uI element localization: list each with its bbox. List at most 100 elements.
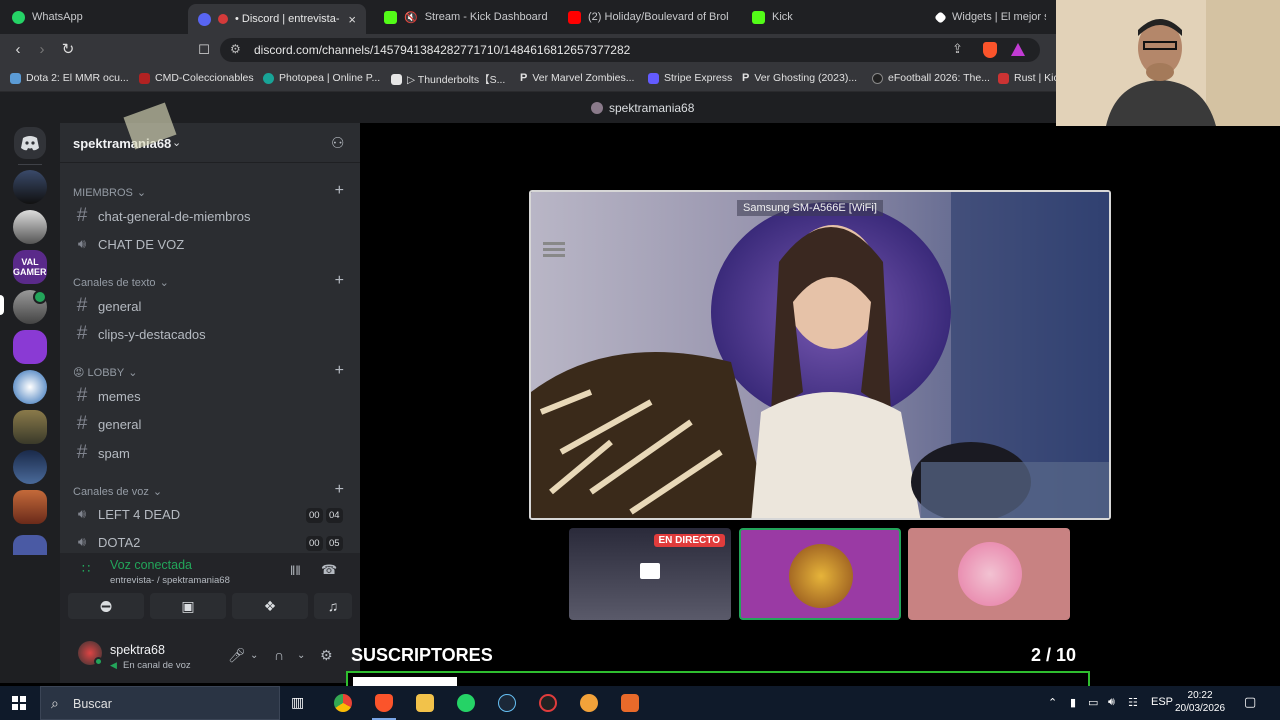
hash-icon: # bbox=[76, 385, 88, 406]
category-canales-voz[interactable]: Canales de voz ⌄ bbox=[73, 485, 162, 499]
tab-kick[interactable]: Kick bbox=[742, 4, 922, 30]
tab-whatsapp[interactable]: WhatsApp bbox=[2, 4, 182, 30]
task-view-icon[interactable]: ▥ bbox=[291, 694, 304, 711]
taskbar-search[interactable]: ⌕ Buscar bbox=[40, 686, 280, 720]
channel-general[interactable]: # general bbox=[74, 294, 142, 318]
add-channel-icon[interactable]: + bbox=[335, 272, 344, 290]
channel-spam[interactable]: # spam bbox=[74, 441, 130, 465]
tray-chevron-up-icon[interactable]: ⌃ bbox=[1048, 696, 1057, 709]
soundboard-button[interactable]: ♫ bbox=[314, 593, 352, 619]
stream-tile-live[interactable]: EN DIRECTO bbox=[569, 528, 731, 620]
steam-icon[interactable] bbox=[498, 694, 516, 712]
add-channel-icon[interactable]: + bbox=[335, 481, 344, 499]
site-info-icon[interactable]: ⚙ bbox=[230, 42, 241, 56]
channel-dota2[interactable]: 🔊︎ DOTA2 bbox=[74, 530, 141, 554]
bookmark-item[interactable]: Photopea | Online P... bbox=[263, 72, 380, 84]
bookmark-item[interactable]: P Ver Marvel Zombies... bbox=[520, 72, 634, 84]
tab-kick-dashboard[interactable]: 🔇 Stream - Kick Dashboard bbox=[374, 4, 554, 30]
usb-icon[interactable]: ▮ bbox=[1070, 696, 1076, 709]
network-icon[interactable]: ☷ bbox=[1128, 696, 1138, 709]
tab-widgets[interactable]: Widgets | El mejor softw bbox=[926, 4, 1056, 30]
noise-suppression-icon[interactable]: ‖‖ bbox=[290, 563, 301, 578]
system-clock[interactable]: 20:22 20/03/2026 bbox=[1175, 689, 1225, 715]
url-field[interactable]: ⚙ discord.com/channels/14579413842827717… bbox=[220, 38, 1040, 62]
forward-icon[interactable]: › bbox=[32, 40, 52, 60]
signal-icon[interactable]: ∷ bbox=[82, 561, 90, 577]
muted-icon: 🔇 bbox=[404, 11, 418, 24]
app-icon[interactable] bbox=[580, 694, 598, 712]
server-icon[interactable] bbox=[13, 535, 47, 555]
chevron-down-icon[interactable]: ⌄ bbox=[297, 650, 305, 661]
channel-label: clips-y-destacados bbox=[98, 326, 206, 342]
close-tab-icon[interactable]: × bbox=[348, 12, 356, 27]
activities-button[interactable]: ❖ bbox=[232, 593, 308, 619]
server-icon[interactable] bbox=[13, 410, 47, 444]
channel-label: CHAT DE VOZ bbox=[98, 236, 185, 252]
discord-home-icon[interactable] bbox=[14, 127, 46, 159]
server-icon[interactable] bbox=[13, 450, 47, 484]
volume-icon[interactable]: 🔊︎ bbox=[1108, 696, 1115, 709]
speaker-icon: 🔊︎ bbox=[77, 506, 87, 521]
server-header[interactable]: spektramania68 ⌄ ⚇ bbox=[60, 102, 360, 163]
brave-rewards-icon[interactable] bbox=[1011, 43, 1025, 56]
headphones-icon[interactable]: ∩ bbox=[274, 647, 284, 663]
invite-people-icon[interactable]: ⚇ bbox=[331, 134, 344, 152]
bookmark-item[interactable]: CMD-Coleccionables bbox=[139, 72, 254, 84]
participant-tile-active[interactable] bbox=[739, 528, 901, 620]
back-icon[interactable]: ‹ bbox=[8, 40, 28, 60]
bookmark-item[interactable]: Dota 2: El MMR ocu... bbox=[10, 72, 129, 84]
brave-icon[interactable] bbox=[375, 694, 393, 712]
microphone-icon[interactable]: 🎤︎ bbox=[228, 647, 246, 664]
bookmark-item[interactable]: Rust | Kic bbox=[998, 72, 1059, 84]
channel-general[interactable]: # general bbox=[74, 412, 142, 436]
kick-icon bbox=[752, 10, 765, 24]
youtube-icon bbox=[568, 10, 581, 24]
category-lobby[interactable]: 😡 LOBBY ⌄ bbox=[73, 366, 137, 379]
reload-icon[interactable]: ↻ bbox=[58, 40, 78, 60]
main-video[interactable]: Samsung SM-A566E [WiFi] bbox=[529, 190, 1111, 520]
channel-memes[interactable]: # memes bbox=[74, 384, 141, 408]
server-icon[interactable] bbox=[13, 370, 47, 404]
screen-share-button[interactable]: ▣ bbox=[150, 593, 226, 619]
language-indicator[interactable]: ESP bbox=[1151, 696, 1173, 708]
server-icon[interactable] bbox=[13, 330, 47, 364]
bookmark-item[interactable]: ▷ Thunderbolts【S... bbox=[391, 72, 505, 87]
server-icon[interactable] bbox=[13, 490, 47, 524]
channel-chat-general[interactable]: # chat-general-de-miembros bbox=[74, 204, 251, 228]
hash-icon: # bbox=[76, 295, 88, 316]
tab-youtube[interactable]: (2) Holiday/Boulevard of Broken bbox=[558, 4, 738, 30]
add-channel-icon[interactable]: + bbox=[335, 362, 344, 380]
whatsapp-icon[interactable] bbox=[457, 694, 475, 712]
app-icon[interactable] bbox=[621, 694, 639, 712]
server-val-gamers-icon[interactable]: VALGAMERS bbox=[13, 250, 47, 284]
bookmark-item[interactable]: Stripe Express bbox=[648, 72, 732, 84]
disconnect-icon[interactable]: ☎ bbox=[321, 562, 337, 578]
server-icon[interactable] bbox=[13, 170, 47, 204]
voice-active-icon bbox=[33, 290, 47, 304]
bookmark-icon[interactable]: ☐ bbox=[194, 40, 214, 60]
obs-icon[interactable] bbox=[539, 694, 557, 712]
bookmark-item[interactable]: P Ver Ghosting (2023)... bbox=[742, 72, 857, 84]
page-icon bbox=[391, 74, 402, 85]
channel-chat-voz[interactable]: 🔊︎ CHAT DE VOZ bbox=[74, 232, 184, 256]
camera-off-button[interactable]: ⛔︎ bbox=[68, 593, 144, 619]
server-icon[interactable] bbox=[13, 210, 47, 244]
category-miembros[interactable]: MIEMBROS ⌄ bbox=[73, 186, 146, 200]
notifications-icon[interactable]: ▢ bbox=[1244, 694, 1256, 710]
participant-tile[interactable] bbox=[908, 528, 1070, 620]
channel-clips[interactable]: # clips-y-destacados bbox=[74, 322, 206, 346]
windows-start-icon[interactable] bbox=[12, 696, 26, 710]
settings-gear-icon[interactable]: ⚙ bbox=[320, 647, 333, 664]
chevron-down-icon[interactable]: ⌄ bbox=[250, 650, 258, 661]
battery-icon[interactable]: ▭ bbox=[1088, 696, 1098, 709]
file-explorer-icon[interactable] bbox=[416, 694, 434, 712]
bookmark-item[interactable]: eFootball 2026: The... bbox=[872, 72, 990, 84]
tab-discord[interactable]: • Discord | entrevista- | sp × bbox=[188, 4, 366, 34]
add-channel-icon[interactable]: + bbox=[335, 182, 344, 200]
channel-left4dead[interactable]: 🔊︎ LEFT 4 DEAD bbox=[74, 502, 180, 526]
category-canales-texto[interactable]: Canales de texto ⌄ bbox=[73, 276, 169, 290]
brave-shield-icon[interactable] bbox=[983, 42, 997, 58]
chrome-icon[interactable] bbox=[334, 694, 352, 712]
share-icon[interactable]: ⇪ bbox=[952, 41, 963, 57]
live-badge: EN DIRECTO bbox=[653, 534, 725, 547]
